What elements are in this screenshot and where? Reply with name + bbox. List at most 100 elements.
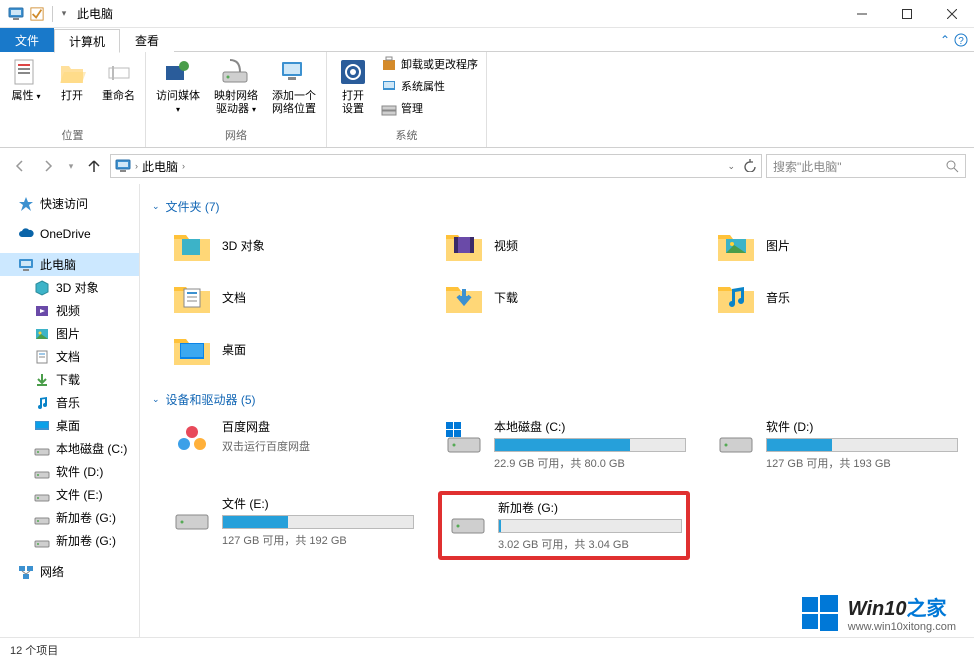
system-properties-button[interactable]: 系统属性: [377, 76, 482, 96]
drive-subtext: 3.02 GB 可用，共 3.04 GB: [498, 536, 682, 552]
separator: [52, 6, 53, 22]
manage-button[interactable]: 管理: [377, 98, 482, 118]
dropdown-icon: ▾: [252, 105, 256, 114]
windows-icon: [800, 593, 840, 633]
capacity-bar: [766, 438, 958, 452]
tab-computer[interactable]: 计算机: [54, 29, 120, 53]
drive-icon: [170, 495, 214, 535]
drive-name: 软件 (D:): [766, 418, 958, 435]
open-button[interactable]: 打开: [50, 54, 94, 105]
drive-item[interactable]: 文件 (E:)127 GB 可用，共 192 GB: [166, 491, 418, 560]
folder-item[interactable]: 下载: [438, 273, 690, 321]
forward-button[interactable]: [36, 154, 60, 178]
tab-file[interactable]: 文件: [0, 28, 54, 52]
sidebar-item-network[interactable]: 网络: [0, 560, 139, 583]
item-icon: [34, 510, 50, 526]
refresh-button[interactable]: [743, 158, 757, 175]
sidebar-item[interactable]: 新加卷 (G:): [0, 506, 139, 529]
group-location-label: 位置: [4, 125, 141, 145]
help-icon[interactable]: ?: [954, 33, 968, 47]
breadcrumb-thispc[interactable]: 此电脑: [142, 158, 178, 175]
access-media-button[interactable]: 访问媒体▾: [150, 54, 206, 118]
chevron-up-icon: ⌃: [940, 33, 950, 47]
item-count: 12 个项目: [10, 642, 58, 658]
qat-checkbox-icon[interactable]: [26, 3, 48, 25]
drive-item[interactable]: 软件 (D:) 127 GB 可用，共 193 GB: [710, 414, 962, 475]
dropdown-icon: ▾: [176, 105, 180, 114]
item-icon: [34, 533, 50, 549]
dropdown-icon: ▾: [37, 92, 41, 101]
recent-dropdown[interactable]: ▾: [64, 154, 78, 178]
item-icon: [34, 487, 50, 503]
folder-icon: [714, 277, 758, 317]
folder-item[interactable]: 文档: [166, 273, 418, 321]
sidebar-item-label: 软件 (D:): [56, 463, 103, 480]
sidebar-item-onedrive[interactable]: OneDrive: [0, 223, 139, 245]
up-button[interactable]: [82, 154, 106, 178]
drive-icon: [170, 418, 214, 458]
properties-button[interactable]: 属性 ▾: [4, 54, 48, 105]
content-area: ⌄ 文件夹 (7) 3D 对象 视频 图片文档下载音乐桌面 ⌄ 设备和驱动器 (5)…: [140, 184, 974, 637]
folder-item[interactable]: 视频: [438, 221, 690, 269]
watermark: Win10之家 www.win10xitong.com: [800, 592, 956, 633]
drive-subtext: 127 GB 可用，共 193 GB: [766, 455, 958, 471]
folder-label: 3D 对象: [222, 237, 265, 254]
search-icon: [945, 159, 959, 173]
sidebar-item-label: 新加卷 (G:): [56, 532, 116, 549]
drive-name: 新加卷 (G:): [498, 499, 682, 516]
sidebar-item[interactable]: 音乐: [0, 391, 139, 414]
add-network-location-button[interactable]: 添加一个 网络位置: [266, 54, 322, 118]
drive-item[interactable]: 新加卷 (G:) 3.02 GB 可用，共 3.04 GB: [438, 491, 690, 560]
map-drive-button[interactable]: 映射网络 驱动器 ▾: [208, 54, 264, 118]
maximize-button[interactable]: [884, 0, 929, 28]
section-drives-header[interactable]: ⌄ 设备和驱动器 (5): [152, 385, 962, 414]
sidebar-item-label: 文档: [56, 348, 80, 365]
search-input[interactable]: 搜索"此电脑": [766, 154, 966, 178]
chevron-right-icon[interactable]: ›: [135, 161, 138, 171]
sidebar-item[interactable]: 下载: [0, 368, 139, 391]
open-settings-button[interactable]: 打开 设置: [331, 54, 375, 118]
address-box[interactable]: › 此电脑 › ⌄: [110, 154, 762, 178]
drive-icon: [446, 499, 490, 539]
sidebar-item[interactable]: 软件 (D:): [0, 460, 139, 483]
ribbon-collapse-button[interactable]: ⌃ ?: [934, 28, 974, 52]
drive-name: 文件 (E:): [222, 495, 414, 512]
sidebar-item[interactable]: 桌面: [0, 414, 139, 437]
folder-label: 图片: [766, 237, 790, 254]
sidebar-item-quick-access[interactable]: 快速访问: [0, 192, 139, 215]
drive-item[interactable]: 本地磁盘 (C:)22.9 GB 可用，共 80.0 GB: [438, 414, 690, 475]
uninstall-button[interactable]: 卸载或更改程序: [377, 54, 482, 74]
tab-view[interactable]: 查看: [120, 28, 174, 52]
sidebar-item[interactable]: 新加卷 (G:): [0, 529, 139, 552]
folder-item[interactable]: 桌面: [166, 325, 418, 373]
qat-dropdown-icon[interactable]: ▾: [57, 8, 71, 19]
sidebar-item[interactable]: 文件 (E:): [0, 483, 139, 506]
drive-item[interactable]: 百度网盘双击运行百度网盘: [166, 414, 418, 475]
sidebar-item[interactable]: 文档: [0, 345, 139, 368]
back-button[interactable]: [8, 154, 32, 178]
sidebar-item[interactable]: 图片: [0, 322, 139, 345]
item-icon: [34, 349, 50, 365]
rename-button[interactable]: 重命名: [96, 54, 141, 105]
folder-item[interactable]: 3D 对象: [166, 221, 418, 269]
sidebar-item[interactable]: 本地磁盘 (C:): [0, 437, 139, 460]
item-icon: [34, 395, 50, 411]
drive-subtext: 双击运行百度网盘: [222, 438, 414, 454]
addr-dropdown-icon[interactable]: ⌄: [727, 161, 735, 172]
item-icon: [34, 464, 50, 480]
minimize-button[interactable]: [839, 0, 884, 28]
close-button[interactable]: [929, 0, 974, 28]
sidebar-item[interactable]: 3D 对象: [0, 276, 139, 299]
drive-name: 百度网盘: [222, 418, 414, 435]
folder-item[interactable]: 音乐: [710, 273, 962, 321]
sidebar-item-thispc[interactable]: 此电脑: [0, 253, 139, 276]
sidebar-item-label: 下载: [56, 371, 80, 388]
capacity-bar: [222, 515, 414, 529]
sidebar-item[interactable]: 视频: [0, 299, 139, 322]
capacity-bar: [498, 519, 682, 533]
chevron-right-icon[interactable]: ›: [182, 161, 185, 171]
sidebar-item-label: 音乐: [56, 394, 80, 411]
section-folders-header[interactable]: ⌄ 文件夹 (7): [152, 192, 962, 221]
drive-icon: [714, 418, 758, 458]
folder-item[interactable]: 图片: [710, 221, 962, 269]
